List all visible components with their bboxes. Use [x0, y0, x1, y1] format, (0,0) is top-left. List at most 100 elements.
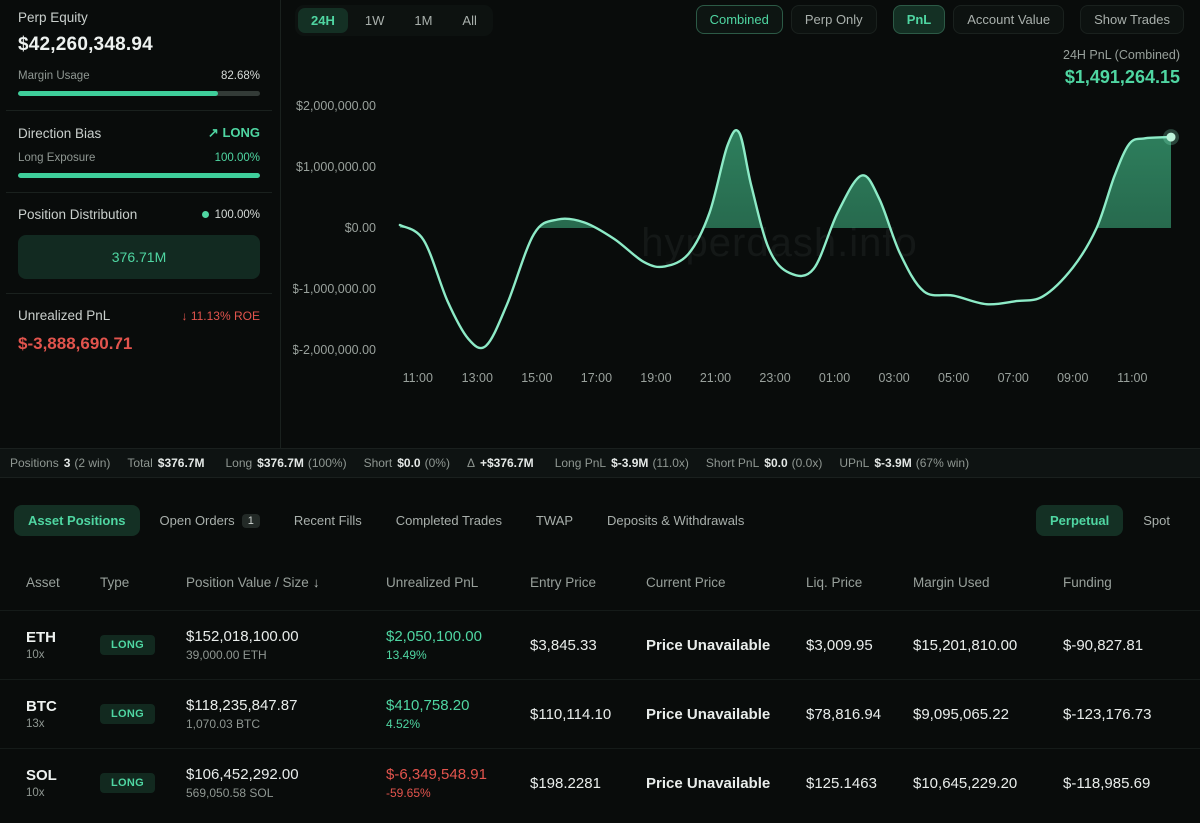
- stat-long-pnl: Long PnL$-3.9M(11.0x): [555, 456, 689, 470]
- margin-used-cell: $15,201,810.00: [913, 637, 1063, 654]
- svg-text:23:00: 23:00: [759, 371, 790, 385]
- position-distribution-bar: 376.71M: [18, 235, 260, 279]
- positions-tabs: Asset Positions Open Orders1 Recent Fill…: [14, 505, 1184, 536]
- liq-price-cell: $125.1463: [806, 775, 913, 792]
- header-type[interactable]: Type: [100, 575, 186, 590]
- tab-1w[interactable]: 1W: [352, 8, 398, 33]
- margin-usage-label: Margin Usage: [18, 70, 90, 82]
- tab-completed-trades[interactable]: Completed Trades: [382, 505, 516, 536]
- svg-text:07:00: 07:00: [998, 371, 1029, 385]
- table-row-eth[interactable]: ETH10x LONG $152,018,100.0039,000.00 ETH…: [0, 610, 1200, 679]
- margin-used-cell: $9,095,065.22: [913, 706, 1063, 723]
- funding-cell: $-123,176.73: [1063, 706, 1200, 723]
- time-range-tabs: 24H 1W 1M All: [295, 5, 493, 36]
- long-exposure-value: 100.00%: [215, 152, 260, 164]
- entry-price-cell: $3,845.33: [530, 637, 646, 654]
- margin-usage-bar: [18, 91, 260, 96]
- stat-delta: Δ+$376.7M: [467, 456, 538, 470]
- svg-text:19:00: 19:00: [640, 371, 671, 385]
- perp-equity-value: $42,260,348.94: [18, 34, 260, 56]
- pnl-chart-canvas[interactable]: hyperdash.info$2,000,000.00$1,000,000.00…: [293, 84, 1191, 400]
- pnl-button[interactable]: PnL: [893, 5, 946, 34]
- perp-equity-label: Perp Equity: [18, 10, 260, 25]
- show-trades-button[interactable]: Show Trades: [1080, 5, 1184, 34]
- position-distribution-label: Position Distribution: [18, 207, 137, 222]
- long-exposure-label: Long Exposure: [18, 152, 95, 164]
- long-badge: LONG: [100, 704, 155, 724]
- trend-up-icon: ↗: [208, 125, 219, 140]
- liq-price-cell: $78,816.94: [806, 706, 913, 723]
- divider: [6, 293, 272, 294]
- header-current-price[interactable]: Current Price: [646, 575, 806, 590]
- current-price-cell: Price Unavailable: [646, 706, 806, 723]
- table-row-btc[interactable]: BTC13x LONG $118,235,847.871,070.03 BTC …: [0, 679, 1200, 748]
- funding-cell: $-90,827.81: [1063, 637, 1200, 654]
- svg-text:13:00: 13:00: [462, 371, 493, 385]
- sort-desc-icon: ↓: [313, 575, 320, 590]
- margin-usage-fill: [18, 91, 218, 96]
- positions-summary-bar: Positions3(2 win) Total$376.7M Long$376.…: [0, 448, 1200, 478]
- position-value-cell: $118,235,847.871,070.03 BTC: [186, 697, 386, 731]
- type-cell: LONG: [100, 635, 186, 655]
- header-margin-used[interactable]: Margin Used: [913, 575, 1063, 590]
- chart-mode-buttons: Combined Perp Only PnL Account Value Sho…: [696, 5, 1184, 34]
- arrow-down-icon: ↓: [182, 309, 188, 323]
- svg-text:01:00: 01:00: [819, 371, 850, 385]
- roe-value: ↓ 11.13% ROE: [182, 309, 261, 323]
- svg-text:17:00: 17:00: [581, 371, 612, 385]
- unrealized-pnl-value: $-3,888,690.71: [18, 334, 260, 354]
- tab-open-orders[interactable]: Open Orders1: [146, 505, 274, 536]
- tab-all[interactable]: All: [449, 8, 489, 33]
- tab-twap[interactable]: TWAP: [522, 505, 587, 536]
- positions-section: Asset Positions Open Orders1 Recent Fill…: [0, 505, 1200, 817]
- positions-table: Asset Type Position Value / Size↓ Unreal…: [0, 554, 1200, 817]
- stat-positions: Positions3(2 win): [10, 456, 110, 470]
- type-cell: LONG: [100, 773, 186, 793]
- direction-bias-label: Direction Bias: [18, 126, 101, 141]
- tab-1m[interactable]: 1M: [401, 8, 445, 33]
- tab-deposits-withdrawals[interactable]: Deposits & Withdrawals: [593, 505, 758, 536]
- header-entry-price[interactable]: Entry Price: [530, 575, 646, 590]
- header-asset[interactable]: Asset: [26, 575, 100, 590]
- current-price-cell: Price Unavailable: [646, 637, 806, 654]
- header-liq-price[interactable]: Liq. Price: [806, 575, 913, 590]
- svg-text:$1,000,000.00: $1,000,000.00: [296, 160, 376, 174]
- svg-text:$0.00: $0.00: [345, 221, 376, 235]
- unrealized-pnl-cell: $-6,349,548.91-59.65%: [386, 766, 530, 800]
- divider: [6, 192, 272, 193]
- stat-short: Short$0.0(0%): [364, 456, 450, 470]
- header-funding[interactable]: Funding: [1063, 575, 1200, 590]
- long-badge: LONG: [100, 773, 155, 793]
- svg-text:$-1,000,000.00: $-1,000,000.00: [293, 282, 376, 296]
- portfolio-sidebar: Perp Equity $42,260,348.94 Margin Usage …: [0, 0, 281, 448]
- type-cell: LONG: [100, 704, 186, 724]
- svg-text:05:00: 05:00: [938, 371, 969, 385]
- svg-text:03:00: 03:00: [878, 371, 909, 385]
- tab-24h[interactable]: 24H: [298, 8, 348, 33]
- stat-upnl: UPnL$-3.9M(67% win): [839, 456, 969, 470]
- direction-bias-value: ↗ LONG: [208, 125, 260, 141]
- liq-price-cell: $3,009.95: [806, 637, 913, 654]
- margin-usage-value: 82.68%: [221, 70, 260, 82]
- tab-spot[interactable]: Spot: [1129, 505, 1184, 536]
- combined-button[interactable]: Combined: [696, 5, 783, 34]
- svg-text:$2,000,000.00: $2,000,000.00: [296, 99, 376, 113]
- svg-text:11:00: 11:00: [403, 371, 433, 385]
- tab-recent-fills[interactable]: Recent Fills: [280, 505, 376, 536]
- current-price-cell: Price Unavailable: [646, 775, 806, 792]
- asset-cell: SOL10x: [26, 767, 100, 799]
- stat-total: Total$376.7M: [127, 456, 208, 470]
- tab-asset-positions[interactable]: Asset Positions: [14, 505, 140, 536]
- header-unrealized-pnl[interactable]: Unrealized PnL: [386, 575, 530, 590]
- entry-price-cell: $198.2281: [530, 775, 646, 792]
- table-row-sol[interactable]: SOL10x LONG $106,452,292.00569,050.58 SO…: [0, 748, 1200, 817]
- unrealized-pnl-label: Unrealized PnL: [18, 308, 110, 323]
- tab-perpetual[interactable]: Perpetual: [1036, 505, 1123, 536]
- top-section: Perp Equity $42,260,348.94 Margin Usage …: [0, 0, 1200, 448]
- svg-text:15:00: 15:00: [521, 371, 552, 385]
- perp-only-button[interactable]: Perp Only: [791, 5, 877, 34]
- account-value-button[interactable]: Account Value: [953, 5, 1064, 34]
- green-dot-icon: [202, 211, 209, 218]
- header-position-value[interactable]: Position Value / Size↓: [186, 575, 386, 590]
- positions-table-header: Asset Type Position Value / Size↓ Unreal…: [0, 554, 1200, 610]
